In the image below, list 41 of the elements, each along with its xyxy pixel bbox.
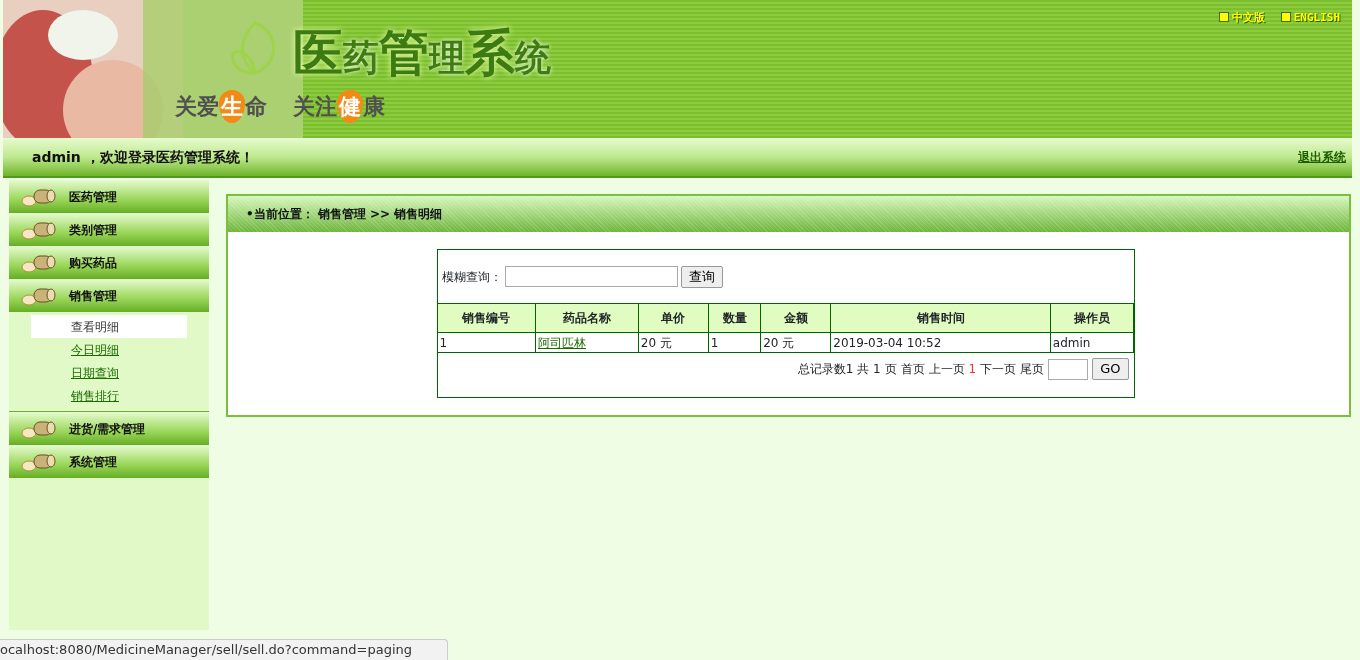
sidebar-menu-item[interactable]: 购买药品 xyxy=(9,246,209,279)
table-cell: 1 xyxy=(708,332,761,353)
logout-link[interactable]: 退出系统 xyxy=(1298,148,1346,166)
column-header: 药品名称 xyxy=(535,303,639,333)
previous-page-text: 上一页 xyxy=(928,361,965,378)
search-field[interactable] xyxy=(504,266,678,287)
last-page-text: 尾页 xyxy=(1020,361,1045,378)
current-page-number: 1 xyxy=(968,361,977,378)
breadcrumb: •当前位置： 销售管理 >> 销售明细 xyxy=(246,206,443,223)
sidebar-menu-item[interactable]: 系统管理 xyxy=(9,445,209,478)
next-page-text: 下一页 xyxy=(980,361,1017,378)
column-header: 销售编号 xyxy=(437,303,536,333)
sidebar-menu-item[interactable]: 进货/需求管理 xyxy=(9,412,209,445)
search-button[interactable]: 查询 xyxy=(680,265,723,288)
table-cell: admin xyxy=(1050,332,1133,353)
table-cell: 20 元 xyxy=(760,332,831,353)
table-cell: 1 xyxy=(437,332,536,353)
sidebar-submenu-item[interactable]: 日期查询 xyxy=(31,361,187,384)
welcome-message: admin ，欢迎登录医药管理系统！ xyxy=(32,147,254,167)
sidebar-menu-item[interactable]: 类别管理 xyxy=(9,213,209,246)
sidebar-menu-item[interactable]: 销售管理 xyxy=(9,279,209,312)
sidebar-menu-item[interactable]: 医药管理 xyxy=(9,180,209,213)
column-header: 操作员 xyxy=(1050,303,1133,333)
logo-title: 医药管理系统 xyxy=(293,28,551,78)
go-button[interactable]: GO xyxy=(1092,358,1129,380)
table-cell: 2019-03-04 10:52 xyxy=(830,332,1051,353)
column-header: 金额 xyxy=(760,303,831,333)
slogan-text: 关注健康 xyxy=(293,90,385,123)
status-bar-url: ocalhost:8080/MedicineManager/sell/sell.do?command=paging xyxy=(0,639,448,660)
pagination-summary: 总记录数1 共 1 页 xyxy=(797,361,897,378)
column-header: 单价 xyxy=(638,303,709,333)
sidebar-submenu-item[interactable]: 今日明细 xyxy=(31,338,187,361)
column-header: 数量 xyxy=(708,303,761,333)
table-cell: 20 元 xyxy=(638,332,709,353)
search-label: 模糊查询： xyxy=(441,268,502,286)
sidebar-submenu-item[interactable]: 查看明细 xyxy=(31,315,187,338)
page-number-field[interactable] xyxy=(1048,358,1089,380)
column-header: 销售时间 xyxy=(830,303,1051,333)
sidebar-submenu-item[interactable]: 销售排行 xyxy=(31,384,187,407)
slogan-text: 关爱生命 xyxy=(175,90,267,123)
first-page-text: 首页 xyxy=(900,361,925,378)
